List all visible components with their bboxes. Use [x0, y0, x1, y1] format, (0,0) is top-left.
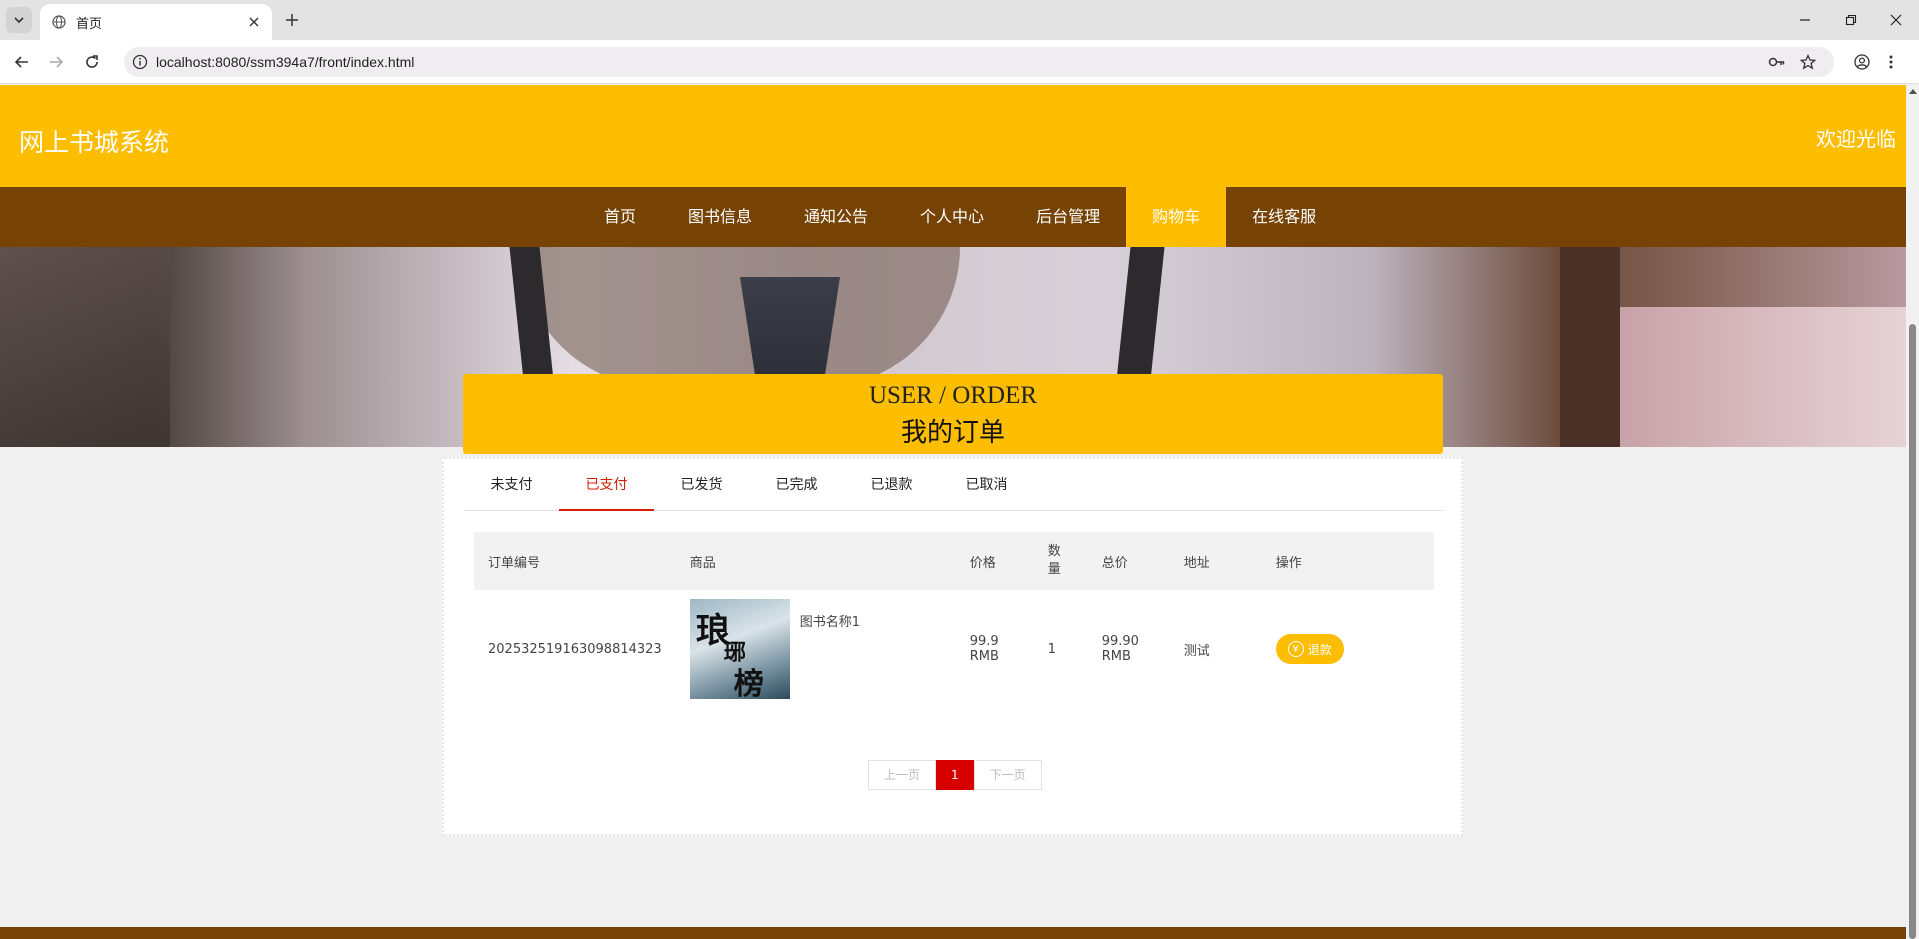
order-table: 订单编号 商品 价格 数量 总价 地址 操作 20253251916309881…	[474, 532, 1434, 708]
price-unit: RMB	[969, 649, 999, 664]
back-button[interactable]	[8, 48, 36, 76]
total-cell: 99.90 RMB	[1088, 590, 1170, 708]
tab-cancelled[interactable]: 已取消	[939, 459, 1034, 510]
tab-refunded[interactable]: 已退款	[844, 459, 939, 510]
tab-shipped[interactable]: 已发货	[654, 459, 749, 510]
yen-icon: ¥	[1287, 641, 1304, 657]
pagination: 上一页 1 下一页	[868, 760, 1042, 790]
page-scrollbar[interactable]	[1906, 85, 1919, 939]
minimize-button[interactable]	[1782, 0, 1828, 40]
action-cell: ¥ 退款	[1262, 590, 1434, 708]
col-total: 总价	[1101, 555, 1128, 571]
col-price: 价格	[969, 555, 996, 571]
current-page-button[interactable]: 1	[936, 760, 974, 790]
col-product: 商品	[689, 555, 716, 571]
tab-search-button[interactable]	[6, 7, 32, 33]
next-page-button[interactable]: 下一页	[973, 760, 1042, 790]
col-quantity-label: 数量	[1047, 544, 1061, 577]
site-header: 网上书城系统 欢迎光临	[0, 85, 1906, 187]
window-close-button[interactable]	[1873, 0, 1919, 40]
nav-item-cart[interactable]: 购物车	[1126, 187, 1227, 247]
scroll-thumb[interactable]	[1909, 324, 1916, 939]
browser-toolbar: localhost:8080/ssm394a7/front/index.html	[0, 40, 1919, 84]
globe-icon	[52, 15, 66, 29]
banner-image-part	[520, 247, 960, 387]
total-unit: RMB	[1101, 649, 1131, 664]
order-number-text: 202532519163098814323	[488, 641, 662, 657]
nav-item-home[interactable]: 首页	[578, 187, 662, 247]
nav-item-books[interactable]: 图书信息	[662, 187, 778, 247]
restore-button[interactable]	[1828, 0, 1874, 40]
order-title-en: USER / ORDER	[868, 382, 1038, 409]
tab-paid[interactable]: 已支付	[559, 459, 654, 511]
col-address: 地址	[1183, 555, 1210, 571]
site-info-icon[interactable]	[132, 54, 148, 70]
close-icon[interactable]	[248, 16, 260, 28]
scroll-up-arrow[interactable]	[1909, 89, 1917, 94]
order-panel: 未支付 已支付 已发货 已完成 已退款 已取消 订单编号 商品 价格 数量 总价…	[442, 457, 1463, 836]
col-action: 操作	[1275, 555, 1302, 571]
url-text: localhost:8080/ssm394a7/front/index.html	[156, 54, 415, 70]
nav-item-support[interactable]: 在线客服	[1226, 187, 1342, 247]
browser-tab-bar: 首页	[0, 0, 1919, 40]
page-viewport: 网上书城系统 欢迎光临 首页 图书信息 通知公告 个人中心 后台管理 购物车 在…	[0, 85, 1906, 939]
col-quantity: 数量	[1034, 532, 1088, 590]
price-cell: 99.9 RMB	[956, 590, 1034, 708]
prev-page-button[interactable]: 上一页	[868, 760, 937, 790]
quantity-value: 1	[1047, 641, 1056, 657]
cover-art: 榜	[733, 667, 764, 699]
plus-icon	[286, 14, 298, 26]
tab-completed[interactable]: 已完成	[749, 459, 844, 510]
table-row: 202532519163098814323 琅 琊 榜 图书名称1 99.9 R…	[474, 590, 1434, 708]
product-name[interactable]: 图书名称1	[800, 611, 860, 630]
tab-unpaid[interactable]: 未支付	[464, 459, 559, 510]
key-icon[interactable]	[1768, 54, 1786, 70]
address-value: 测试	[1183, 643, 1210, 659]
order-section-title: USER / ORDER 我的订单	[463, 374, 1443, 454]
welcome-text: 欢迎光临	[1816, 127, 1896, 151]
price-value: 99.9	[969, 634, 999, 649]
arrow-right-icon	[50, 56, 64, 68]
refund-label: 退款	[1307, 642, 1332, 657]
reload-icon	[86, 55, 98, 68]
star-icon[interactable]	[1800, 54, 1816, 70]
col-order-no: 订单编号	[488, 555, 541, 571]
address-bar[interactable]: localhost:8080/ssm394a7/front/index.html	[124, 47, 1834, 77]
total-value: 99.90	[1101, 634, 1139, 649]
tab-title: 首页	[76, 16, 103, 32]
product-cell: 琅 琊 榜 图书名称1	[676, 590, 956, 708]
order-title-cn: 我的订单	[900, 418, 1005, 448]
banner-image-part	[1620, 307, 1906, 447]
footer-bar	[0, 927, 1906, 939]
nav-menu: 首页 图书信息 通知公告 个人中心 后台管理 购物车 在线客服	[578, 187, 1342, 247]
nav-item-admin[interactable]: 后台管理	[1010, 187, 1126, 247]
forward-button[interactable]	[42, 48, 70, 76]
arrow-left-icon	[14, 56, 28, 68]
site-title: 网上书城系统	[19, 128, 170, 157]
close-icon	[1890, 14, 1902, 26]
restore-icon	[1845, 14, 1857, 26]
profile-icon[interactable]	[1854, 54, 1870, 70]
order-status-tabs: 未支付 已支付 已发货 已完成 已退款 已取消	[464, 459, 1444, 511]
table-header-row: 订单编号 商品 价格 数量 总价 地址 操作	[474, 532, 1434, 590]
product-image[interactable]: 琅 琊 榜	[689, 599, 790, 699]
browser-tab[interactable]: 首页	[40, 4, 272, 40]
order-number: 202532519163098814323	[474, 590, 676, 708]
new-tab-button[interactable]	[280, 8, 304, 32]
reload-button[interactable]	[78, 48, 106, 76]
more-menu-icon[interactable]	[1888, 54, 1894, 70]
banner-image-part	[1560, 247, 1620, 447]
nav-item-profile[interactable]: 个人中心	[894, 187, 1010, 247]
minimize-icon	[1800, 19, 1810, 21]
main-navbar: 首页 图书信息 通知公告 个人中心 后台管理 购物车 在线客服	[0, 187, 1906, 247]
chevron-down-icon	[14, 17, 24, 24]
nav-item-notices[interactable]: 通知公告	[778, 187, 894, 247]
refund-button[interactable]: ¥ 退款	[1275, 634, 1344, 664]
banner-image-part	[0, 247, 170, 447]
